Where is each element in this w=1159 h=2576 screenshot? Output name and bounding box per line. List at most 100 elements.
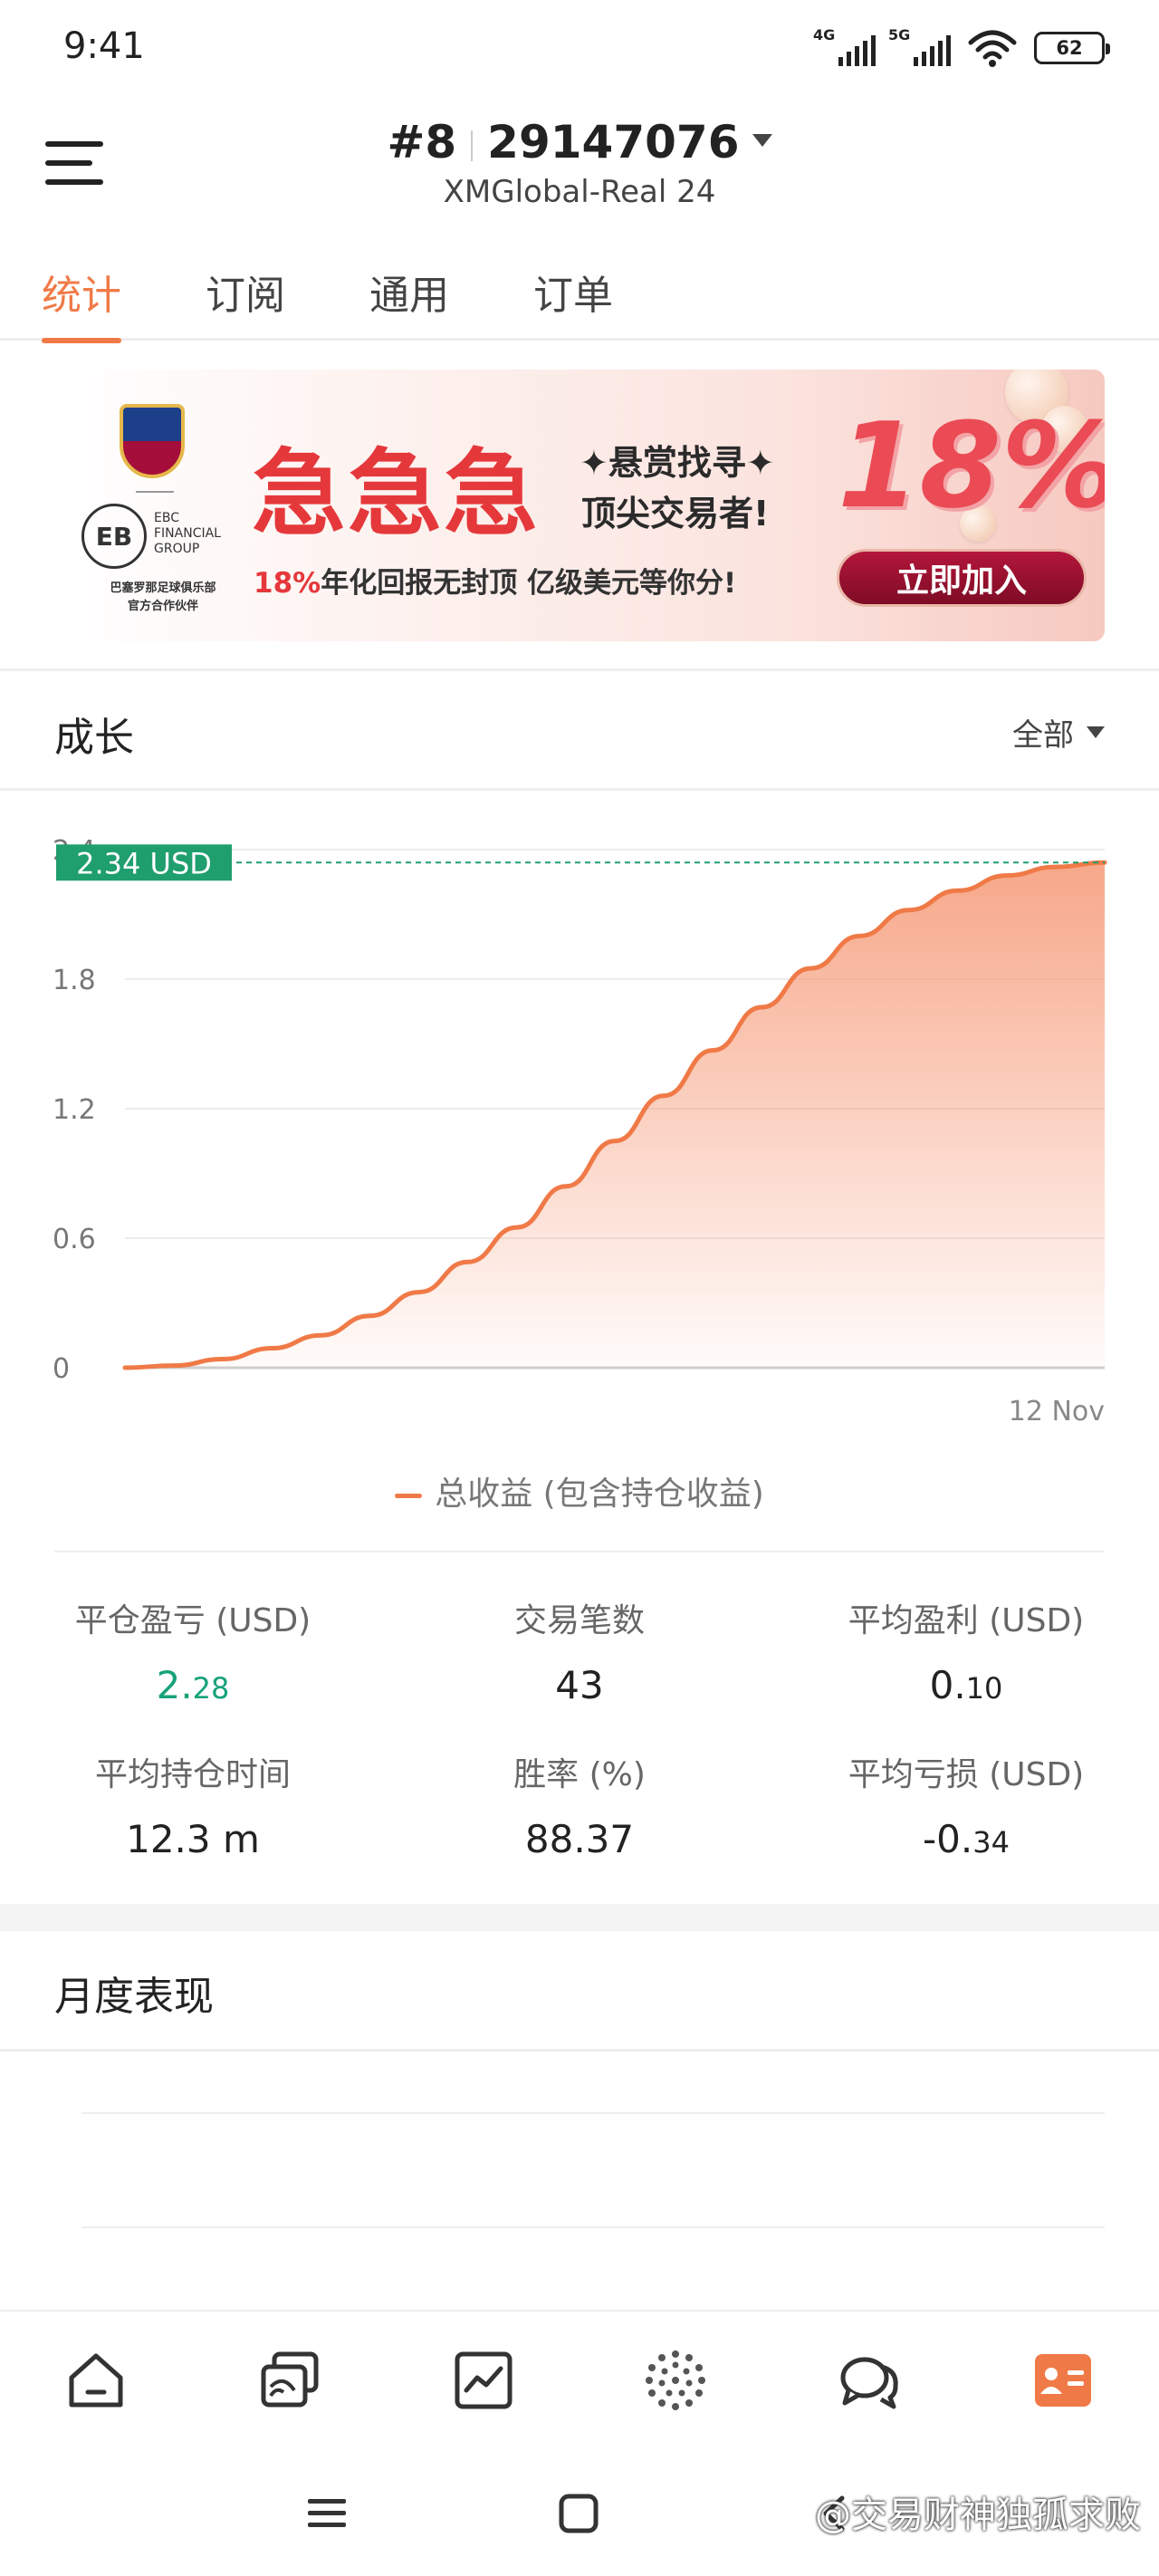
ebc-text-line: FINANCIAL xyxy=(154,526,221,541)
discover-icon xyxy=(646,2350,705,2410)
menu-lines-icon xyxy=(308,2499,346,2527)
tab-general[interactable]: 通用 xyxy=(369,263,449,341)
stat-trade-count: 交易笔数 43 xyxy=(387,1594,772,1707)
barcelona-crest-logo xyxy=(120,404,185,478)
copy-trade-icon xyxy=(261,2351,319,2408)
monthly-grid-line xyxy=(81,2226,1105,2228)
section-divider xyxy=(0,2049,1159,2052)
home-button[interactable] xyxy=(547,2482,610,2545)
banner-title-line1: ✦悬赏找寻✦ xyxy=(580,443,775,483)
nav-messages[interactable] xyxy=(833,2344,905,2417)
profile-card-icon xyxy=(1035,2354,1091,2407)
ebc-logo-text: EBC FINANCIAL GROUP xyxy=(154,511,221,557)
nav-discover[interactable] xyxy=(639,2344,712,2417)
growth-chart-svg: 00.61.21.82.412 Nov 2.34 USD xyxy=(53,835,1107,1427)
banner-sub-text: 年化回报无封顶 亿级美元等你分! xyxy=(321,567,737,600)
recent-apps-button[interactable] xyxy=(295,2482,359,2545)
legend-label: 总收益 (包含持仓收益) xyxy=(435,1475,764,1513)
chart-legend: 总收益 (包含持仓收益) xyxy=(0,1467,1159,1514)
tab-subscribe[interactable]: 订阅 xyxy=(206,263,285,341)
section-divider xyxy=(54,1551,1105,1552)
signal-5g-icon: 5G xyxy=(888,26,951,66)
server-name: XMGlobal-Real 24 xyxy=(443,174,716,210)
home-icon xyxy=(69,2353,123,2408)
stat-avg-loss: 平均亏损 (USD) -0.34 xyxy=(773,1748,1159,1861)
account-selector[interactable]: #8 29147076 xyxy=(0,116,1159,168)
stat-value-int: 2. xyxy=(156,1663,193,1707)
range-dropdown[interactable]: 全部 xyxy=(1012,710,1105,755)
stat-label: 平均亏损 (USD) xyxy=(848,1756,1085,1793)
monthly-grid-line xyxy=(81,2112,1105,2114)
stat-value-dec: 10 xyxy=(965,1671,1003,1706)
monthly-title: 月度表现 xyxy=(54,1974,214,2020)
watermark: @交易财神独孤求败 xyxy=(815,2494,1141,2536)
stat-label: 平仓盈亏 (USD) xyxy=(74,1602,311,1639)
network-4g-label: 4G xyxy=(813,26,836,43)
tab-orders[interactable]: 订单 xyxy=(533,263,613,341)
stat-label: 平均持仓时间 xyxy=(94,1756,291,1793)
current-value-label: 2.34 USD xyxy=(76,846,212,880)
chevron-down-icon xyxy=(752,133,772,147)
stat-label: 胜率 (%) xyxy=(513,1756,646,1793)
account-separator xyxy=(471,130,474,161)
stat-label: 平均盈利 (USD) xyxy=(848,1602,1085,1639)
stat-value-int: 88.37 xyxy=(524,1817,635,1861)
x-tick-label: 12 Nov xyxy=(1009,1396,1105,1427)
battery-icon: 62 xyxy=(1034,32,1110,64)
section-divider xyxy=(0,668,1159,671)
partner-caption: 巴塞罗那足球俱乐部 官方合作伙伴 xyxy=(81,580,244,616)
tab-bar: 统计 订阅 通用 订单 xyxy=(0,245,1159,343)
stat-value: 0.10 xyxy=(773,1663,1159,1707)
nav-markets[interactable] xyxy=(447,2344,520,2417)
banner-sub-highlight: 18% xyxy=(254,567,321,600)
stat-value-int: 43 xyxy=(555,1663,604,1707)
y-tick-label: 1.2 xyxy=(53,1094,96,1126)
nav-profile[interactable] xyxy=(1027,2344,1099,2417)
header: #8 29147076 XMGlobal-Real 24 xyxy=(0,100,1159,222)
battery-level: 62 xyxy=(1056,37,1083,59)
bottom-nav xyxy=(0,2310,1159,2446)
nav-copy-trade[interactable] xyxy=(254,2344,326,2417)
account-prefix: #8 xyxy=(387,116,457,168)
nav-home[interactable] xyxy=(60,2344,132,2417)
stat-closed-pnl: 平仓盈亏 (USD) 2.28 xyxy=(0,1594,386,1707)
stats-grid: 平仓盈亏 (USD) 2.28 交易笔数 43 平均盈利 (USD) 0.10 … xyxy=(0,1594,1159,1893)
y-tick-label: 0.6 xyxy=(53,1224,96,1255)
legend-swatch xyxy=(395,1493,423,1498)
wifi-icon xyxy=(968,30,1017,67)
stat-value: 43 xyxy=(387,1663,772,1707)
series-area xyxy=(125,862,1105,1368)
status-icons: 4G 5G 62 xyxy=(813,25,1110,71)
partner-line: 巴塞罗那足球俱乐部 xyxy=(110,582,216,595)
stat-avg-profit: 平均盈利 (USD) 0.10 xyxy=(773,1594,1159,1707)
range-value: 全部 xyxy=(1012,717,1074,754)
y-tick-label: 0 xyxy=(53,1353,70,1385)
stat-value: -0.34 xyxy=(773,1817,1159,1861)
status-time: 9:41 xyxy=(63,25,145,67)
network-5g-label: 5G xyxy=(888,26,911,43)
section-divider xyxy=(0,788,1159,791)
join-now-button[interactable]: 立即加入 xyxy=(837,549,1087,607)
stat-avg-hold-time: 平均持仓时间 12.3 m xyxy=(0,1748,386,1861)
stat-value-int: 12.3 m xyxy=(126,1817,260,1861)
logo-divider xyxy=(136,491,174,493)
ebc-text-line: EBC xyxy=(154,511,179,525)
stat-value: 2.28 xyxy=(0,1663,386,1707)
growth-chart: 00.61.21.82.412 Nov 2.34 USD xyxy=(0,815,1159,1467)
stat-value-int: -0. xyxy=(923,1817,973,1861)
chat-icon xyxy=(840,2357,898,2409)
promo-banner[interactable]: EB EBC FINANCIAL GROUP 巴塞罗那足球俱乐部 官方合作伙伴 … xyxy=(54,370,1105,641)
partner-line: 官方合作伙伴 xyxy=(127,600,198,613)
stat-value-dec: 34 xyxy=(972,1825,1010,1860)
banner-percent: 18% xyxy=(838,397,1105,534)
section-separator xyxy=(0,1904,1159,1931)
stat-value: 12.3 m xyxy=(0,1817,386,1861)
y-tick-label: 1.8 xyxy=(53,965,96,996)
banner-title-line2: 顶尖交易者! xyxy=(581,494,770,533)
caret-down-icon xyxy=(1087,726,1105,738)
ebc-logo: EB xyxy=(81,504,147,569)
stat-value-dec: 28 xyxy=(192,1671,230,1706)
tab-statistics[interactable]: 统计 xyxy=(42,263,121,343)
stat-value: 88.37 xyxy=(387,1817,772,1861)
growth-title: 成长 xyxy=(54,715,134,761)
